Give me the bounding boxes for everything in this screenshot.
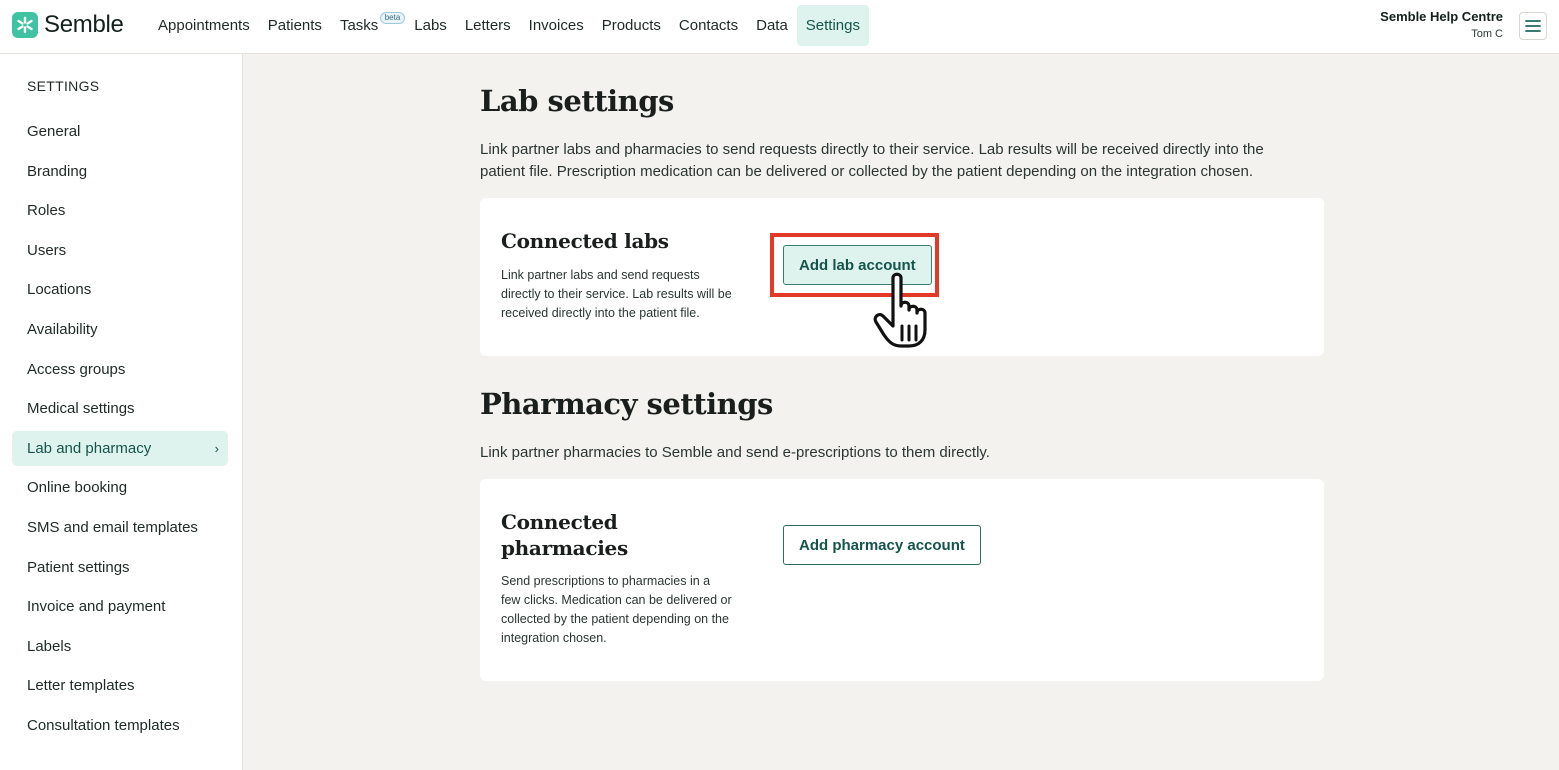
sidebar-heading: SETTINGS (27, 78, 100, 94)
sidebar-item-label: Users (27, 241, 67, 259)
lab-settings-description: Link partner labs and pharmacies to send… (480, 141, 1264, 180)
nav-patients[interactable]: Patients (259, 5, 331, 46)
connected-labs-title: Connected labs (501, 229, 669, 253)
main-nav: Appointments Patients Tasks beta Labs Le… (149, 5, 869, 46)
sidebar-item-patient-settings[interactable]: Patient settings (12, 550, 228, 585)
pointer-hand-icon (873, 272, 927, 348)
hamburger-icon (1525, 20, 1541, 32)
sidebar-item-locations[interactable]: Locations (12, 272, 228, 307)
sidebar-item-label: Availability (27, 320, 98, 338)
top-bar: Semble Appointments Patients Tasks beta … (0, 0, 1559, 54)
connected-pharmacies-title: Connected pharmacies (501, 510, 628, 560)
sidebar-item-label: Branding (27, 162, 88, 180)
sidebar-item-label: Medical settings (27, 400, 135, 418)
sidebar-item-consultation-templates[interactable]: Consultation templates (12, 708, 228, 743)
sidebar-item-users[interactable]: Users (12, 233, 228, 268)
sidebar-item-letter-templates[interactable]: Letter templates (12, 668, 228, 703)
sidebar-list: General Branding Roles Users Locations A… (12, 114, 228, 748)
sidebar-item-label: Access groups (27, 360, 126, 378)
sidebar-item-label: Online booking (27, 479, 128, 497)
nav-letters[interactable]: Letters (456, 5, 520, 46)
sidebar-item-label: Patient settings (27, 558, 130, 576)
connected-labs-description: Link partner labs and send requests dire… (501, 268, 732, 320)
sidebar-item-label: Invoice and payment (27, 598, 166, 616)
help-centre-link[interactable]: Semble Help Centre (1380, 9, 1503, 24)
sidebar-item-general[interactable]: General (12, 114, 228, 149)
sidebar-item-online-booking[interactable]: Online booking (12, 470, 228, 505)
sidebar-item-access-groups[interactable]: Access groups (12, 352, 228, 387)
sidebar-item-label: Labels (27, 637, 72, 655)
nav-invoices[interactable]: Invoices (520, 5, 593, 46)
settings-sidebar: SETTINGS General Branding Roles Users Lo… (0, 54, 243, 770)
semble-logo-icon (12, 12, 38, 38)
sidebar-item-sms-email-templates[interactable]: SMS and email templates (12, 510, 228, 545)
nav-products[interactable]: Products (593, 5, 670, 46)
lab-settings-title: Lab settings (480, 84, 674, 118)
beta-badge: beta (379, 12, 406, 24)
menu-button[interactable] (1519, 12, 1547, 40)
nav-appointments[interactable]: Appointments (149, 5, 259, 46)
connected-pharmacies-card: Connected pharmacies Send prescriptions … (480, 479, 1324, 681)
help-centre[interactable]: Semble Help Centre Tom C (1380, 9, 1503, 40)
nav-labs[interactable]: Labs (405, 5, 456, 46)
sidebar-item-invoice-payment[interactable]: Invoice and payment (12, 589, 228, 624)
sidebar-item-roles[interactable]: Roles (12, 193, 228, 228)
add-pharmacy-account-button[interactable]: Add pharmacy account (783, 525, 981, 565)
connected-pharmacies-description: Send prescriptions to pharmacies in a fe… (501, 574, 732, 645)
sidebar-item-labels[interactable]: Labels (12, 629, 228, 664)
nav-tasks-label: Tasks (339, 17, 379, 34)
user-name: Tom C (1471, 28, 1503, 40)
nav-tasks[interactable]: Tasks beta (331, 5, 406, 46)
nav-contacts[interactable]: Contacts (670, 5, 747, 46)
nav-data[interactable]: Data (747, 5, 797, 46)
sidebar-item-label: Consultation templates (27, 716, 180, 734)
connected-labs-card: Connected labs Link partner labs and sen… (480, 198, 1324, 356)
sidebar-item-label: Locations (27, 281, 92, 299)
sidebar-item-medical-settings[interactable]: Medical settings (12, 391, 228, 426)
brand-name: Semble (44, 11, 124, 38)
pharmacy-settings-title: Pharmacy settings (480, 387, 773, 421)
sidebar-item-availability[interactable]: Availability (12, 312, 228, 347)
sidebar-item-label: Lab and pharmacy (27, 439, 152, 457)
sidebar-item-label: Letter templates (27, 677, 135, 695)
nav-settings[interactable]: Settings (796, 5, 869, 46)
sidebar-item-label: SMS and email templates (27, 518, 198, 536)
sidebar-item-branding[interactable]: Branding (12, 154, 228, 189)
chevron-right-icon: › (214, 440, 219, 456)
semble-logo[interactable]: Semble (12, 11, 124, 38)
pharmacy-settings-description: Link partner pharmacies to Semble and se… (480, 444, 990, 461)
sidebar-item-label: Roles (27, 202, 66, 220)
sidebar-item-lab-and-pharmacy[interactable]: Lab and pharmacy › (12, 430, 228, 466)
sidebar-item-label: General (27, 123, 81, 140)
